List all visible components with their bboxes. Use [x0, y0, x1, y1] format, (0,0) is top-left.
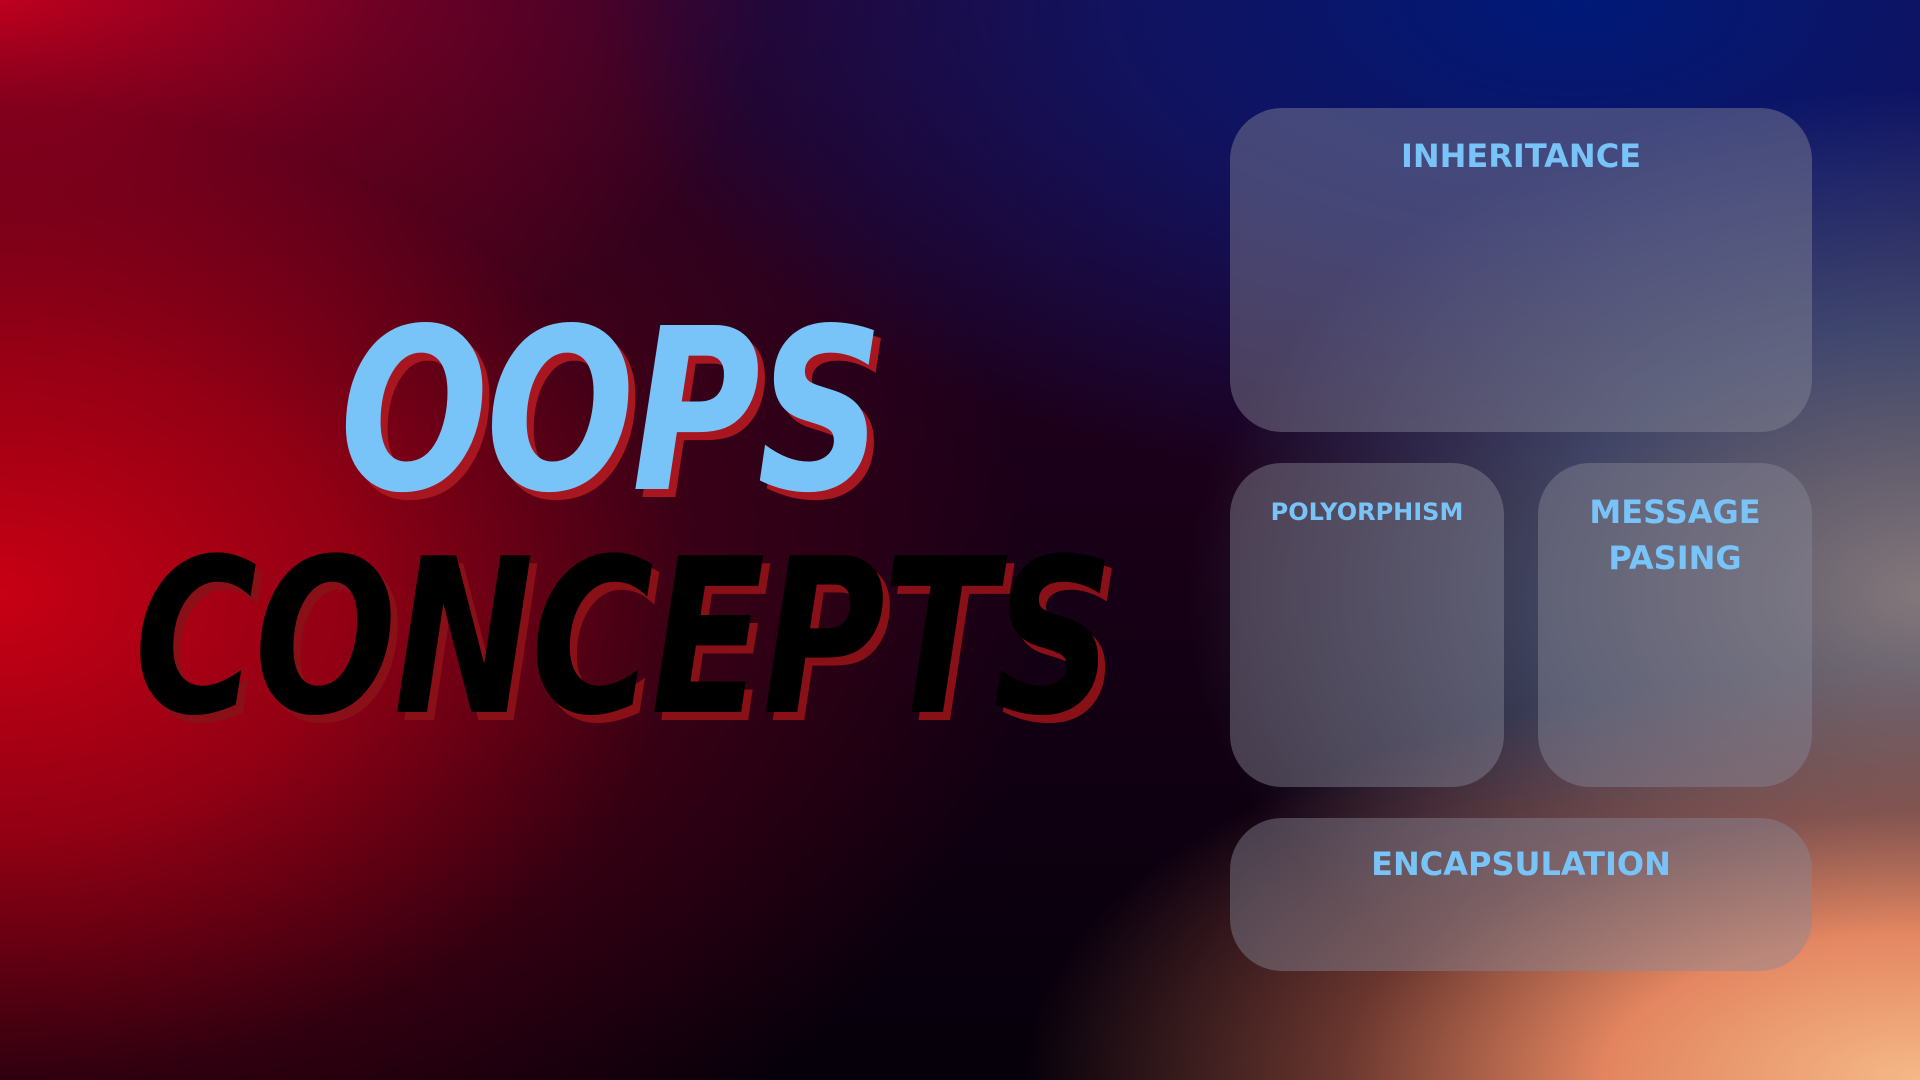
polymorphism-label: POLYORPHISM — [1270, 498, 1464, 526]
inheritance-card: INHERITANCE — [1230, 108, 1812, 432]
polymorphism-card: POLYORPHISM — [1230, 463, 1504, 787]
encapsulation-card: ENCAPSULATION — [1230, 818, 1812, 971]
message-passing-label-line1: MESSAGE — [1589, 493, 1761, 531]
title-line-concepts: CONCEPTS — [134, 512, 1114, 763]
slide-canvas: OOPS CONCEPTS INHERITANCE POLYORPHISM ME… — [0, 0, 1920, 1080]
encapsulation-label: ENCAPSULATION — [1371, 845, 1671, 883]
title-line-oops: OOPS — [339, 281, 884, 543]
message-passing-card: MESSAGE PASING — [1538, 463, 1812, 787]
message-passing-label-line2: PASING — [1608, 539, 1742, 577]
inheritance-label: INHERITANCE — [1400, 137, 1642, 175]
